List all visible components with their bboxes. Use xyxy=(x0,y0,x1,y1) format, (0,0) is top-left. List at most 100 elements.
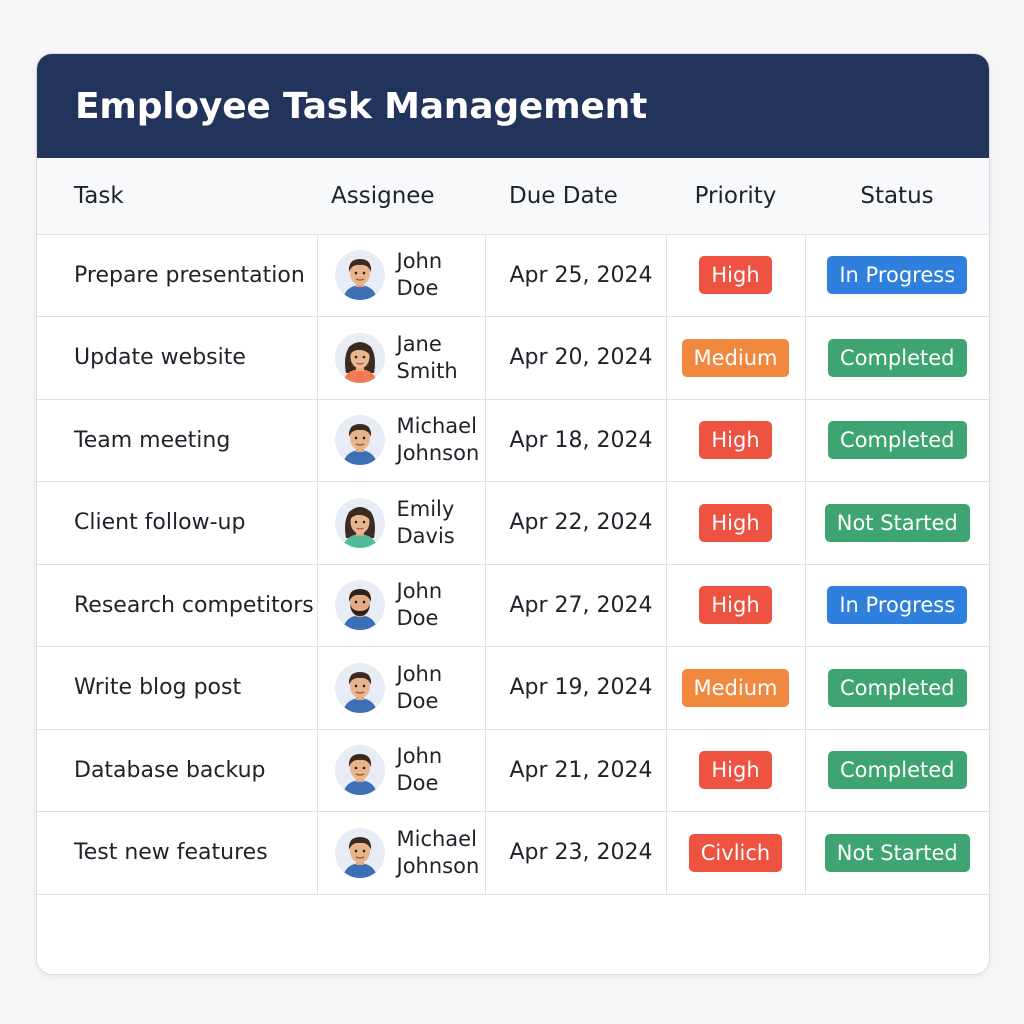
male-avatar-icon xyxy=(334,827,385,878)
assignee-first-name: John xyxy=(396,579,443,604)
due-date-cell: Apr 22, 2024 xyxy=(484,481,666,565)
task-cell: Write blog post xyxy=(37,646,317,730)
status-cell: Completed xyxy=(804,729,989,812)
assignee-first-name: Jane xyxy=(396,331,442,356)
column-header-priority[interactable]: Priority xyxy=(666,158,805,235)
assignee-first-name: Emily xyxy=(396,496,455,521)
status-cell: Completed xyxy=(804,399,989,482)
assignee-cell: John Doe xyxy=(316,729,485,812)
assignee-last-name: Doe xyxy=(396,688,439,713)
table-row[interactable]: Research competitors John Doe Apr 27, 2024 H… xyxy=(37,564,989,647)
priority-badge: High xyxy=(699,751,772,790)
priority-cell: Medium xyxy=(665,646,805,730)
assignee-cell: John Doe xyxy=(316,564,485,647)
page-title: Employee Task Management xyxy=(75,85,648,127)
assignee-last-name: Smith xyxy=(396,358,458,383)
assignee-cell: Jane Smith xyxy=(316,316,485,400)
assignee-first-name: John xyxy=(396,661,443,686)
priority-cell: High xyxy=(665,564,805,647)
table-row[interactable]: Team meeting Michael Johnson Apr 18, 2024 Hi… xyxy=(37,399,989,482)
status-cell: In Progress xyxy=(804,234,989,317)
status-cell: Not Started xyxy=(804,481,989,565)
assignee-name: John Doe xyxy=(397,248,443,302)
assignee-last-name: Doe xyxy=(396,771,439,796)
assignee-name: Michael Johnson xyxy=(397,413,480,467)
priority-badge: Medium xyxy=(681,338,790,377)
due-date-cell: Apr 25, 2024 xyxy=(484,234,666,317)
male-avatar-icon xyxy=(334,745,385,796)
assignee-cell: Michael Johnson xyxy=(316,399,485,482)
priority-badge: High xyxy=(699,421,772,460)
table-row[interactable]: Write blog post John Doe Apr 19, 2024 Medium… xyxy=(37,646,989,730)
task-cell: Research competitors xyxy=(37,564,317,647)
due-date-cell: Apr 23, 2024 xyxy=(484,811,666,895)
assignee-last-name: Johnson xyxy=(396,853,480,878)
assignee-cell: Michael Johnson xyxy=(316,811,485,895)
status-cell: Completed xyxy=(804,316,989,400)
assignee-first-name: John xyxy=(396,249,443,274)
status-badge: Completed xyxy=(827,668,967,707)
assignee-cell: John Doe xyxy=(316,646,485,730)
priority-badge: High xyxy=(699,586,772,625)
due-date-cell: Apr 21, 2024 xyxy=(484,729,666,812)
priority-cell: High xyxy=(665,729,805,812)
priority-cell: High xyxy=(665,481,805,565)
table-row[interactable]: Client follow-up Emily Davis Apr 22, 2024 Hi… xyxy=(37,481,989,565)
table-row[interactable]: Prepare presentation John Doe Apr 25, 2024 H… xyxy=(37,234,989,317)
task-table: Task Assignee Due Date Priority Status P… xyxy=(37,158,989,895)
assignee-name: Michael Johnson xyxy=(397,826,480,880)
column-header-task[interactable]: Task xyxy=(37,158,317,235)
task-cell: Prepare presentation xyxy=(37,234,317,317)
assignee-first-name: Michael xyxy=(396,414,477,439)
status-cell: Not Started xyxy=(804,811,989,895)
assignee-last-name: Doe xyxy=(396,276,439,301)
assignee-name: Jane Smith xyxy=(397,331,458,385)
priority-cell: High xyxy=(665,234,805,317)
priority-cell: Medium xyxy=(665,316,805,400)
due-date-cell: Apr 19, 2024 xyxy=(484,646,666,730)
status-cell: In Progress xyxy=(804,564,989,647)
male-avatar-icon xyxy=(334,662,385,713)
status-badge: In Progress xyxy=(827,586,968,625)
task-cell: Update website xyxy=(37,316,317,400)
priority-badge: Civlich xyxy=(688,833,783,872)
task-cell: Database backup xyxy=(37,729,317,812)
priority-cell: Civlich xyxy=(665,811,805,895)
assignee-name: John Doe xyxy=(397,578,443,632)
column-header-status[interactable]: Status xyxy=(805,158,989,235)
column-header-row: Task Assignee Due Date Priority Status xyxy=(37,158,989,235)
bearded-male-avatar-icon xyxy=(334,580,385,631)
male-avatar-icon xyxy=(334,250,385,301)
assignee-name: Emily Davis xyxy=(397,496,455,550)
table-header-bar: Employee Task Management xyxy=(37,54,989,158)
status-badge: Completed xyxy=(827,338,967,377)
status-badge: In Progress xyxy=(827,256,968,295)
assignee-name: John Doe xyxy=(397,743,443,797)
assignee-first-name: John xyxy=(396,744,443,769)
assignee-last-name: Davis xyxy=(396,523,455,548)
female-avatar-icon xyxy=(334,332,385,383)
assignee-cell: John Doe xyxy=(316,234,485,317)
task-cell: Test new features xyxy=(37,811,317,895)
column-header-due-date[interactable]: Due Date xyxy=(485,158,666,235)
due-date-cell: Apr 20, 2024 xyxy=(484,316,666,400)
assignee-cell: Emily Davis xyxy=(316,481,485,565)
assignee-first-name: Michael xyxy=(396,826,477,851)
status-badge: Not Started xyxy=(824,833,970,872)
table-row[interactable]: Database backup John Doe Apr 21, 2024 High Co… xyxy=(37,729,989,812)
table-row[interactable]: Test new features Michael Johnson Apr 23, 2… xyxy=(37,811,989,895)
due-date-cell: Apr 27, 2024 xyxy=(484,564,666,647)
status-badge: Completed xyxy=(827,751,967,790)
status-badge: Not Started xyxy=(824,503,970,542)
status-cell: Completed xyxy=(804,646,989,730)
priority-badge: High xyxy=(699,256,772,295)
task-table-card: Employee Task Management Task Assignee D… xyxy=(36,53,990,975)
male-avatar-icon xyxy=(334,415,385,466)
table-row[interactable]: Update website Jane Smith Apr 20, 2024 Mediu… xyxy=(37,316,989,400)
due-date-cell: Apr 18, 2024 xyxy=(484,399,666,482)
column-header-assignee[interactable]: Assignee xyxy=(317,158,485,235)
priority-badge: Medium xyxy=(681,668,790,707)
task-cell: Client follow-up xyxy=(37,481,317,565)
priority-badge: High xyxy=(699,503,772,542)
priority-cell: High xyxy=(665,399,805,482)
